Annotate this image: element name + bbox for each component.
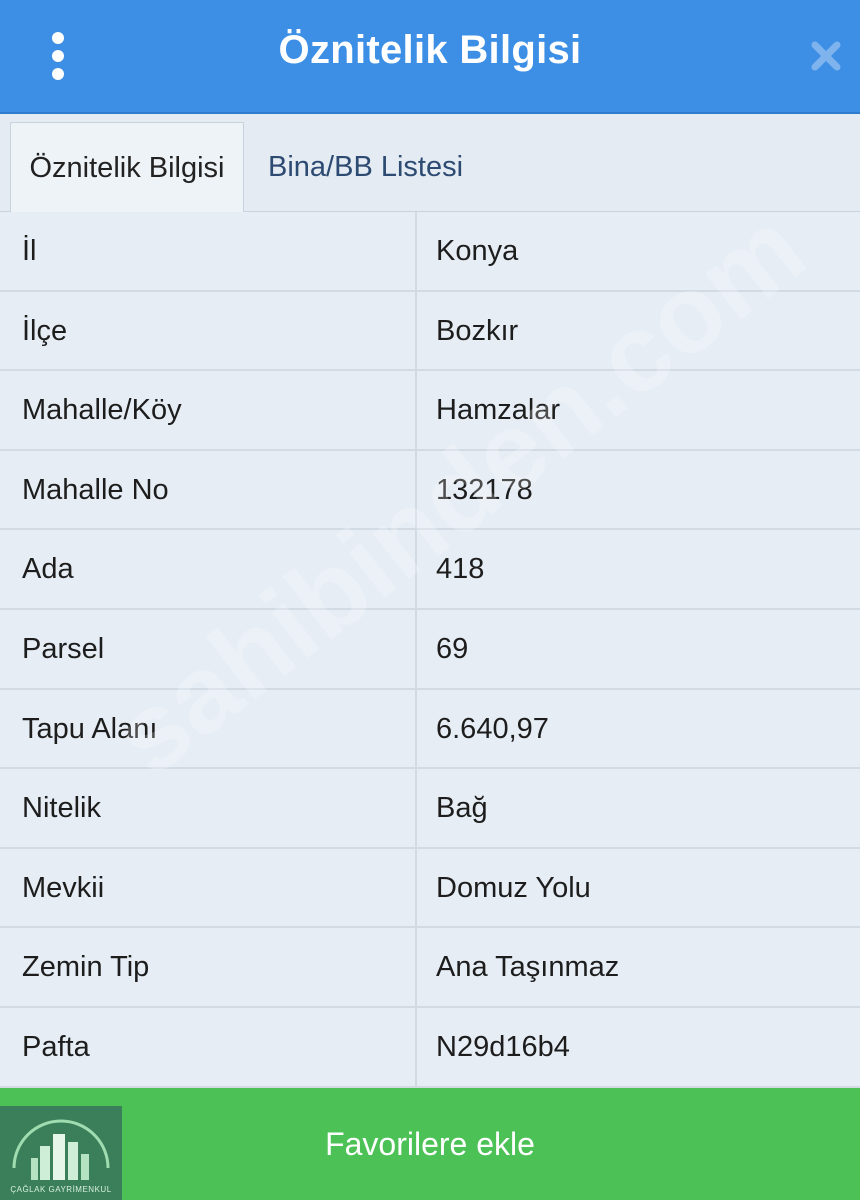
table-row: Mahalle/Köy Hamzalar xyxy=(0,371,860,451)
column-divider xyxy=(415,609,417,688)
table-row: Tapu Alanı 6.640,97 xyxy=(0,689,860,770)
row-key: Nitelik xyxy=(22,792,101,825)
logo-text: ÇAĞLAK GAYRİMENKUL xyxy=(10,1185,112,1194)
column-divider xyxy=(415,769,417,847)
column-divider xyxy=(415,928,417,1006)
table-row: Ada 418 xyxy=(0,530,860,610)
column-divider xyxy=(415,291,417,370)
tab-oznitelik-bilgisi[interactable]: Öznitelik Bilgisi xyxy=(10,122,244,213)
column-divider xyxy=(415,450,417,529)
row-value: 69 xyxy=(436,632,469,665)
row-key: Mahalle No xyxy=(22,473,169,506)
column-divider xyxy=(415,371,417,449)
row-key: Mevkii xyxy=(22,871,105,904)
row-key: Pafta xyxy=(22,1030,90,1063)
tab-bar: Öznitelik Bilgisi Bina/BB Listesi xyxy=(0,114,860,213)
table-row: Mahalle No 132178 xyxy=(0,450,860,531)
table-row: Parsel 69 xyxy=(0,609,860,690)
table-row: İl Konya xyxy=(0,212,860,292)
row-value: 418 xyxy=(436,553,485,586)
row-value: Bağ xyxy=(436,792,488,825)
row-key: Mahalle/Köy xyxy=(22,394,182,427)
company-logo: ÇAĞLAK GAYRİMENKUL xyxy=(0,1106,122,1200)
add-to-favorites-label: Favorilere ekle xyxy=(325,1126,535,1162)
row-value: Konya xyxy=(436,235,519,267)
table-row: Nitelik Bağ xyxy=(0,769,860,849)
row-key: Ada xyxy=(22,553,74,586)
tab-bina-bb-listesi[interactable]: Bina/BB Listesi xyxy=(268,122,463,213)
column-divider xyxy=(415,212,417,290)
add-to-favorites-button[interactable]: Favorilere ekle xyxy=(0,1088,860,1200)
table-row: Mevkii Domuz Yolu xyxy=(0,848,860,929)
row-key: Zemin Tip xyxy=(22,951,150,984)
row-key: Tapu Alanı xyxy=(22,712,158,745)
row-value: Hamzalar xyxy=(436,394,561,427)
table-row: İlçe Bozkır xyxy=(0,291,860,372)
row-key: İl xyxy=(22,235,37,267)
row-key: Parsel xyxy=(22,632,105,665)
row-value: Ana Taşınmaz xyxy=(436,951,620,984)
table-row: Pafta N29d16b4 xyxy=(0,1007,860,1088)
row-value: Domuz Yolu xyxy=(436,871,591,904)
row-value: 132178 xyxy=(436,473,533,506)
page-title: Öznitelik Bilgisi xyxy=(278,28,582,72)
column-divider xyxy=(415,1007,417,1086)
attribute-table: İl Konya İlçe Bozkır Mahalle/Köy Hamzala… xyxy=(0,212,860,1088)
table-row: Zemin Tip Ana Taşınmaz xyxy=(0,928,860,1008)
row-value: N29d16b4 xyxy=(436,1030,570,1063)
column-divider xyxy=(415,848,417,927)
close-icon[interactable] xyxy=(806,36,846,76)
app-header: Öznitelik Bilgisi xyxy=(0,0,860,114)
row-value: Bozkır xyxy=(436,314,519,347)
row-value: 6.640,97 xyxy=(436,712,549,745)
column-divider xyxy=(415,530,417,608)
row-key: İlçe xyxy=(22,314,68,347)
column-divider xyxy=(415,689,417,768)
